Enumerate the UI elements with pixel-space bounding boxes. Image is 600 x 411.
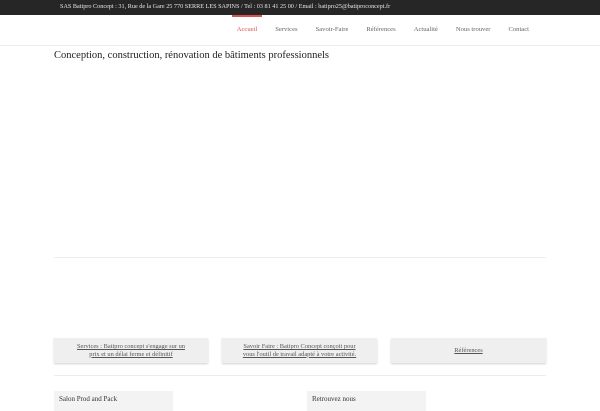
find-us-panel: Retrouvez nous: [307, 391, 426, 411]
services-link-line2: prix et un délai ferme et définitif: [89, 350, 173, 358]
savoir-faire-card[interactable]: Savoir Faire : Batipro Concept conçoit p…: [222, 338, 377, 363]
main-navigation: Accueil Services Savoir-Faire Références…: [0, 15, 600, 46]
nav-item-nous-trouver[interactable]: Nous trouver: [447, 15, 500, 45]
salon-panel-title: Salon Prod and Pack: [59, 395, 118, 403]
nav-item-contact[interactable]: Contact: [499, 15, 538, 45]
page-title: Conception, construction, rénovation de …: [54, 50, 329, 61]
nav-menu: Accueil Services Savoir-Faire Références…: [228, 15, 538, 45]
nav-item-savoir-faire[interactable]: Savoir-Faire: [307, 15, 358, 45]
nav-item-services[interactable]: Services: [266, 15, 306, 45]
references-card[interactable]: Références: [391, 338, 546, 363]
top-contact-bar: SAS Batipro Concept : 31, Rue de la Gare…: [0, 0, 600, 15]
section-divider: [54, 257, 546, 258]
nav-item-references[interactable]: Références: [357, 15, 404, 45]
services-link-line1: Services : Batipro concept s'engage sur …: [77, 343, 185, 350]
savoir-faire-link-line1: Savoir Faire : Batipro Concept conçoit p…: [243, 343, 356, 350]
section-divider: [54, 375, 546, 376]
contact-info: SAS Batipro Concept : 31, Rue de la Gare…: [60, 3, 391, 10]
savoir-faire-link[interactable]: Savoir Faire : Batipro Concept conçoit p…: [237, 343, 362, 358]
savoir-faire-link-line2: vous l'outil de travail adapté à votre a…: [242, 350, 357, 358]
nav-item-accueil[interactable]: Accueil: [228, 15, 267, 45]
find-us-panel-title: Retrouvez nous: [312, 395, 356, 403]
services-card[interactable]: Services : Batipro concept s'engage sur …: [54, 338, 208, 363]
references-link[interactable]: Références: [448, 347, 488, 355]
salon-panel: Salon Prod and Pack: [54, 391, 173, 411]
services-link[interactable]: Services : Batipro concept s'engage sur …: [71, 343, 191, 358]
hero-slider-area: [54, 70, 546, 256]
nav-item-actualite[interactable]: Actualité: [405, 15, 447, 45]
